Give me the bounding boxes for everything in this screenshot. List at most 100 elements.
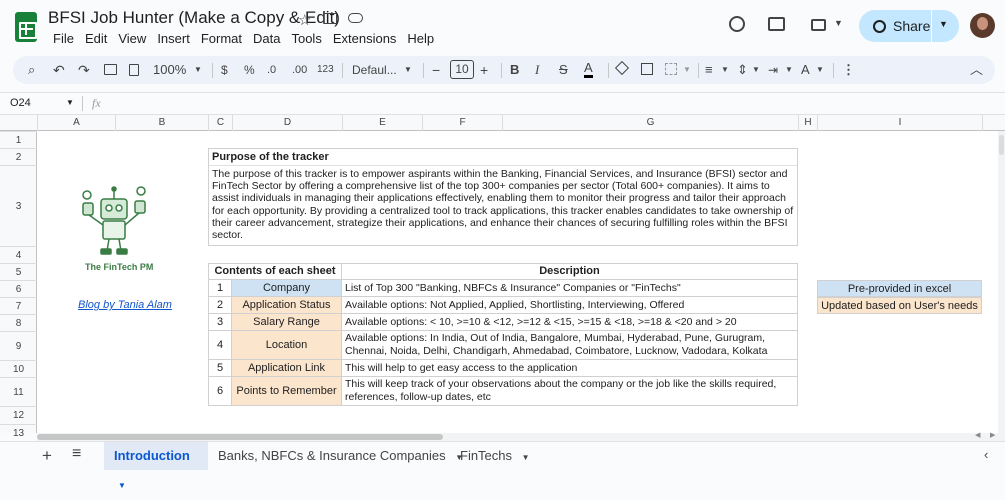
tab-fintechs-dropdown-icon[interactable]: ▼: [522, 453, 530, 462]
name-box-dropdown-icon[interactable]: ▼: [66, 98, 74, 107]
meet-icon[interactable]: [811, 19, 826, 31]
undo-icon[interactable]: ↶: [53, 61, 65, 79]
column-header-d[interactable]: D: [232, 115, 342, 131]
bold-button[interactable]: B: [510, 61, 519, 79]
fill-color-icon[interactable]: [614, 60, 630, 76]
select-all-corner[interactable]: [0, 115, 37, 131]
increase-font-size-button[interactable]: +: [480, 61, 488, 79]
vertical-align-icon[interactable]: ⇕: [737, 61, 748, 79]
decrease-font-size-button[interactable]: −: [432, 61, 440, 79]
more-options-icon[interactable]: ⋮: [842, 61, 855, 79]
menu-extensions[interactable]: Extensions: [328, 30, 402, 47]
menu-file[interactable]: File: [48, 30, 79, 47]
column-header-g[interactable]: G: [502, 115, 798, 131]
font-dropdown-icon[interactable]: ▼: [404, 61, 412, 79]
cloud-status-icon[interactable]: [348, 13, 363, 23]
font-size-input[interactable]: 10: [450, 60, 474, 79]
explore-collapse-icon[interactable]: ‹: [984, 447, 988, 462]
zoom-dropdown-icon[interactable]: ▼: [194, 61, 202, 79]
version-history-icon[interactable]: [729, 16, 745, 32]
column-header-h[interactable]: H: [798, 115, 817, 131]
increase-decimal-button[interactable]: .00: [292, 61, 307, 79]
valign-dropdown-icon[interactable]: ▼: [752, 61, 760, 79]
add-sheet-button[interactable]: +: [42, 446, 52, 466]
share-button[interactable]: Share ▼: [859, 10, 959, 42]
tab-fintechs[interactable]: FinTechs ▼: [450, 442, 540, 470]
table-header-sheet: Contents of each sheet: [208, 263, 342, 280]
avatar[interactable]: [970, 13, 995, 38]
strikethrough-button[interactable]: S: [559, 61, 568, 79]
merge-dropdown-icon[interactable]: ▼: [683, 61, 691, 79]
meet-dropdown-icon[interactable]: ▼: [834, 18, 843, 28]
tab-banks-nbfcs-insurance[interactable]: Banks, NBFCs & Insurance Companies ▼: [208, 442, 473, 470]
text-rotation-icon[interactable]: A: [801, 61, 810, 79]
star-icon[interactable]: ☆: [298, 11, 311, 29]
row-header-8[interactable]: 8: [0, 314, 37, 331]
column-header-f[interactable]: F: [422, 115, 502, 131]
horizontal-scrollbar[interactable]: ◀ ▶: [37, 431, 1005, 441]
menu-edit[interactable]: Edit: [80, 30, 112, 47]
row-header-1[interactable]: 1: [0, 131, 37, 148]
row-header-3[interactable]: 3: [0, 165, 37, 246]
row-header-10[interactable]: 10: [0, 360, 37, 377]
tab-introduction-dropdown-icon[interactable]: ▼: [118, 481, 126, 490]
row-header-5[interactable]: 5: [0, 263, 37, 280]
share-dropdown-icon[interactable]: ▼: [939, 19, 948, 29]
zoom-select[interactable]: 100%: [153, 61, 186, 79]
wrap-dropdown-icon[interactable]: ▼: [785, 61, 793, 79]
menu-tools[interactable]: Tools: [286, 30, 326, 47]
currency-format-button[interactable]: $: [221, 61, 228, 79]
collapse-toolbar-icon[interactable]: ︿: [970, 61, 983, 79]
vertical-scrollbar[interactable]: [998, 131, 1005, 433]
menu-view[interactable]: View: [113, 30, 151, 47]
row-header-9[interactable]: 9: [0, 331, 37, 360]
menu-data[interactable]: Data: [248, 30, 285, 47]
merge-cells-icon[interactable]: [665, 63, 677, 75]
row-header-2[interactable]: 2: [0, 148, 37, 165]
tab-introduction[interactable]: Introduction ▼: [104, 442, 208, 490]
column-header-e[interactable]: E: [342, 115, 422, 131]
wrap-text-icon[interactable]: ⇥: [768, 61, 778, 79]
sheets-logo-icon[interactable]: [15, 12, 37, 42]
comments-icon[interactable]: [768, 17, 785, 31]
font-select[interactable]: Defaul...: [352, 61, 397, 79]
borders-icon[interactable]: [641, 63, 653, 75]
row-header-6[interactable]: 6: [0, 280, 37, 297]
table-row-number: 2: [208, 297, 232, 314]
italic-button[interactable]: I: [535, 61, 539, 79]
search-menus-icon[interactable]: ⌕: [28, 61, 35, 79]
menu-help[interactable]: Help: [402, 30, 439, 47]
menu-insert[interactable]: Insert: [152, 30, 195, 47]
row-header-11[interactable]: 11: [0, 377, 37, 406]
row-header-13[interactable]: 13: [0, 424, 37, 441]
scroll-left-icon[interactable]: ◀: [975, 431, 980, 439]
column-header-i[interactable]: I: [817, 115, 982, 131]
name-box[interactable]: O24: [10, 97, 31, 109]
blog-link[interactable]: Blog by Tania Alam: [78, 299, 208, 311]
menu-format[interactable]: Format: [196, 30, 247, 47]
purpose-block: Purpose of the tracker The purpose of th…: [208, 148, 798, 246]
align-icon[interactable]: ≡: [705, 61, 713, 79]
document-title[interactable]: BFSI Job Hunter (Make a Copy & Edit): [48, 8, 340, 28]
print-icon[interactable]: [104, 64, 117, 75]
all-sheets-menu-icon[interactable]: ≡: [72, 445, 81, 463]
spreadsheet-grid[interactable]: The FinTech PM Blog by Tania Alam Purpos…: [37, 131, 1005, 433]
text-color-button[interactable]: A: [584, 61, 593, 78]
paint-format-icon[interactable]: [129, 64, 139, 76]
row-header-4[interactable]: 4: [0, 246, 37, 263]
column-header-c[interactable]: C: [208, 115, 232, 131]
decrease-decimal-button[interactable]: .0: [267, 61, 276, 79]
move-folder-icon[interactable]: [323, 13, 337, 24]
percent-format-button[interactable]: %: [244, 61, 255, 79]
number-format-button[interactable]: 123: [317, 61, 334, 79]
rotation-dropdown-icon[interactable]: ▼: [816, 61, 824, 79]
row-header-12[interactable]: 12: [0, 406, 37, 424]
align-dropdown-icon[interactable]: ▼: [721, 61, 729, 79]
row-header-7[interactable]: 7: [0, 297, 37, 314]
column-header-b[interactable]: B: [115, 115, 208, 131]
scroll-right-icon[interactable]: ▶: [990, 431, 995, 439]
column-header-a[interactable]: A: [37, 115, 115, 131]
formula-input[interactable]: [110, 95, 990, 112]
redo-icon[interactable]: ↷: [78, 61, 90, 79]
column-header-j[interactable]: [982, 115, 1005, 131]
